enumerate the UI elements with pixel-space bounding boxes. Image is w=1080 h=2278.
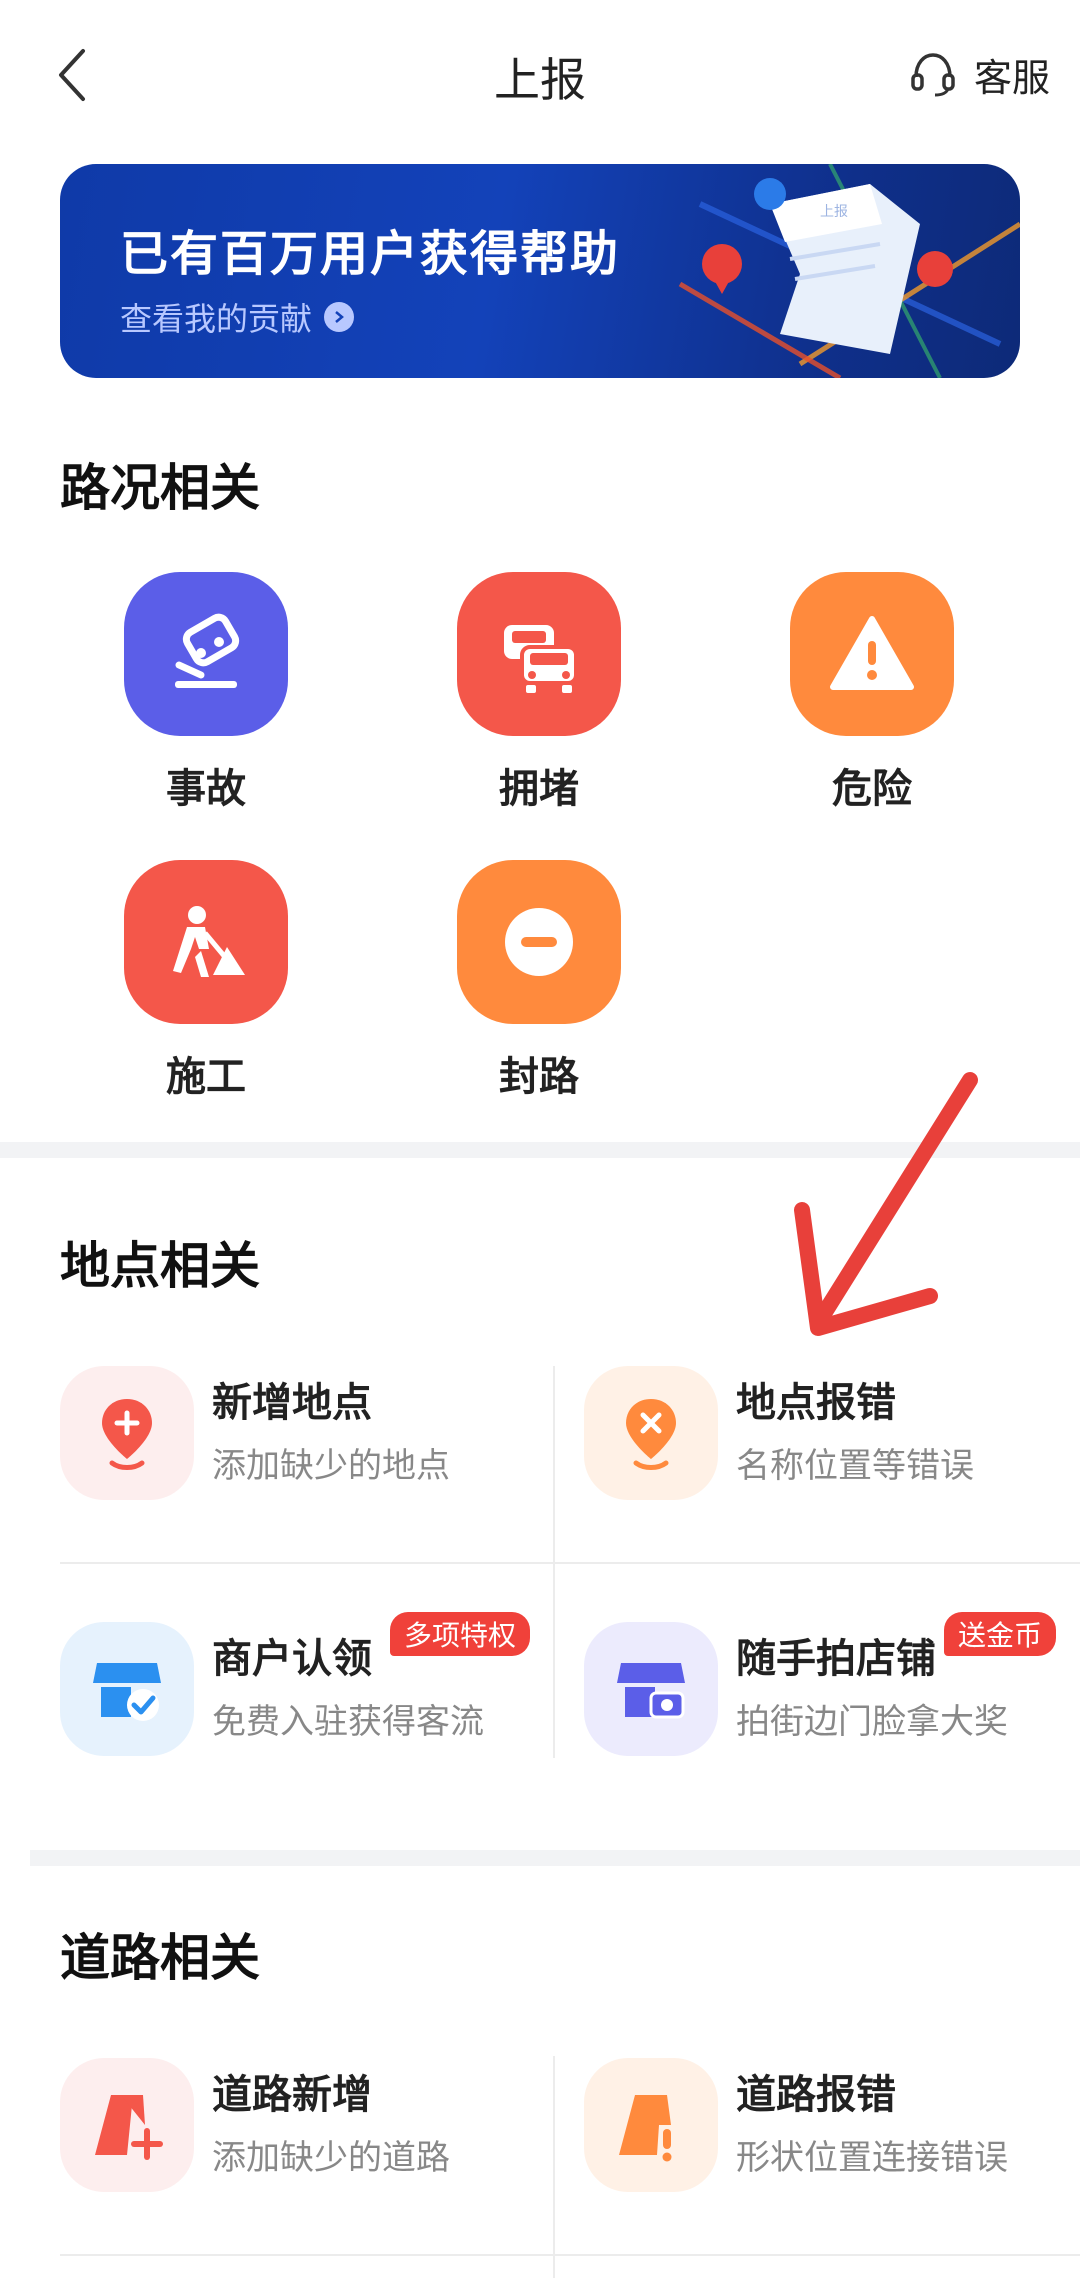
contribution-banner[interactable]: 已有百万用户获得帮助 查看我的贡献 上报 xyxy=(60,164,1020,378)
shop-photo-subtitle: 拍街边门脸拿大奖 xyxy=(736,1702,1008,1742)
add-location-icon xyxy=(60,1366,194,1500)
shop-photo-icon xyxy=(584,1622,718,1756)
construction-icon xyxy=(124,860,288,1024)
add-road-subtitle: 添加缺少的道路 xyxy=(212,2138,450,2178)
coins-badge: 送金币 xyxy=(944,1612,1057,1656)
shop-photo-button[interactable]: 随手拍店铺 送金币 拍街边门脸拿大奖 xyxy=(584,1612,1064,1772)
accident-label: 事故 xyxy=(166,766,246,812)
add-location-button[interactable]: 新增地点 添加缺少的地点 xyxy=(60,1356,540,1516)
row-divider xyxy=(60,1562,1080,1564)
accident-icon xyxy=(124,572,288,736)
section-title-road-conditions: 路况相关 xyxy=(60,459,260,517)
road-error-subtitle: 形状位置连接错误 xyxy=(736,2138,1008,2178)
banner-title: 已有百万用户获得帮助 xyxy=(120,226,621,282)
top-bar: 上报 客服 xyxy=(0,0,1080,150)
row-divider xyxy=(60,2254,1080,2256)
danger-label: 危险 xyxy=(832,766,912,812)
customer-service-button[interactable]: 客服 xyxy=(908,44,1050,104)
road-error-icon xyxy=(584,2058,718,2192)
view-contribution-link[interactable]: 查看我的贡献 xyxy=(120,294,355,340)
merchant-claim-title: 商户认领 xyxy=(212,1636,372,1682)
add-location-subtitle: 添加缺少的地点 xyxy=(212,1446,450,1486)
merchant-claim-subtitle: 免费入驻获得客流 xyxy=(212,1702,484,1742)
report-danger-button[interactable]: 危险 xyxy=(772,572,972,814)
warning-icon xyxy=(790,572,954,736)
add-road-button[interactable]: 道路新增 添加缺少的道路 xyxy=(60,2048,540,2208)
shop-photo-title: 随手拍店铺 xyxy=(736,1636,936,1682)
report-illustration-icon: 上报 xyxy=(678,164,1020,378)
road-error-title: 道路报错 xyxy=(736,2072,896,2118)
traffic-jam-label: 拥堵 xyxy=(499,766,579,812)
traffic-jam-icon xyxy=(457,572,621,736)
customer-service-label: 客服 xyxy=(973,55,1050,100)
report-accident-button[interactable]: 事故 xyxy=(106,572,306,814)
location-error-button[interactable]: 地点报错 名称位置等错误 xyxy=(584,1356,1064,1516)
road-closed-icon xyxy=(457,860,621,1024)
location-error-title: 地点报错 xyxy=(736,1380,896,1426)
merchant-claim-icon xyxy=(60,1622,194,1756)
chevron-right-icon xyxy=(324,302,355,332)
section-title-roads: 道路相关 xyxy=(60,1929,260,1987)
location-error-icon xyxy=(584,1366,718,1500)
construction-label: 施工 xyxy=(166,1054,246,1100)
add-road-icon xyxy=(60,2058,194,2192)
road-error-button[interactable]: 道路报错 形状位置连接错误 xyxy=(584,2048,1064,2208)
add-road-title: 道路新增 xyxy=(212,2072,372,2118)
grid-divider xyxy=(553,2056,555,2278)
report-road-closed-button[interactable]: 封路 xyxy=(439,860,639,1102)
section-divider xyxy=(30,1850,1080,1866)
report-traffic-jam-button[interactable]: 拥堵 xyxy=(439,572,639,814)
road-closed-label: 封路 xyxy=(499,1054,579,1100)
annotation-arrow-icon xyxy=(794,1072,978,1336)
headset-icon xyxy=(911,53,955,97)
merchant-claim-button[interactable]: 商户认领 多项特权 免费入驻获得客流 xyxy=(60,1612,540,1772)
report-construction-button[interactable]: 施工 xyxy=(106,860,306,1102)
location-error-subtitle: 名称位置等错误 xyxy=(736,1446,974,1486)
add-location-title: 新增地点 xyxy=(212,1380,372,1426)
privilege-badge: 多项特权 xyxy=(390,1612,531,1656)
section-title-places: 地点相关 xyxy=(60,1237,260,1295)
paper-text: 上报 xyxy=(820,204,848,220)
view-contribution-label: 查看我的贡献 xyxy=(120,300,313,338)
